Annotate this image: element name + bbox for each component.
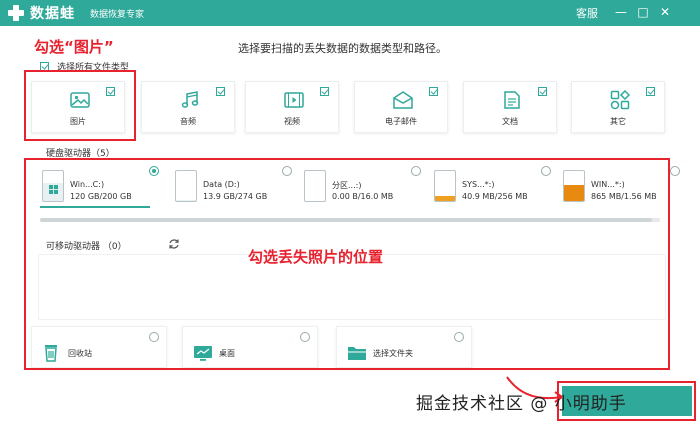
checkbox-icon[interactable]: [538, 87, 547, 96]
type-label: 其它: [610, 117, 626, 126]
app-subtitle: 数据恢复专家: [90, 10, 145, 20]
app-title: 数据蛙: [30, 6, 75, 22]
plus-icon: [6, 3, 26, 23]
customer-service-link[interactable]: 客服: [576, 5, 598, 21]
app-logo: 数据蛙: [6, 3, 75, 23]
title-bar: 数据蛙 数据恢复专家 客服 — □ ✕: [0, 0, 700, 26]
type-card-email[interactable]: 电子邮件: [354, 81, 448, 133]
annotation-select-picture: 勾选“图片”: [34, 38, 114, 56]
type-card-audio[interactable]: 音频: [141, 81, 235, 133]
type-label: 视频: [284, 117, 300, 126]
document-icon: [504, 91, 520, 109]
minimize-button[interactable]: —: [614, 5, 628, 19]
watermark: 掘金技术社区 @ 小明助手: [416, 394, 627, 414]
type-label: 音频: [180, 117, 196, 126]
checkbox-icon[interactable]: [429, 87, 438, 96]
type-card-video[interactable]: 视频: [245, 81, 339, 133]
drive-radio[interactable]: [670, 166, 680, 176]
email-icon: [393, 91, 413, 109]
checkbox-icon[interactable]: [646, 87, 655, 96]
checkbox-icon[interactable]: [320, 87, 329, 96]
maximize-button[interactable]: □: [636, 5, 650, 19]
type-label: 电子邮件: [385, 117, 417, 126]
instruction-text: 选择要扫描的丢失数据的数据类型和路径。: [238, 42, 447, 55]
type-label: 文档: [502, 117, 518, 126]
type-card-other[interactable]: 其它: [571, 81, 665, 133]
video-icon: [284, 92, 304, 108]
music-icon: [181, 91, 199, 108]
highlight-box-picture: [24, 70, 136, 141]
type-card-document[interactable]: 文档: [463, 81, 557, 133]
other-icon: [610, 90, 630, 110]
checkbox-icon[interactable]: [216, 87, 225, 96]
close-button[interactable]: ✕: [658, 5, 672, 19]
annotation-select-location: 勾选丢失照片的位置: [248, 248, 384, 266]
